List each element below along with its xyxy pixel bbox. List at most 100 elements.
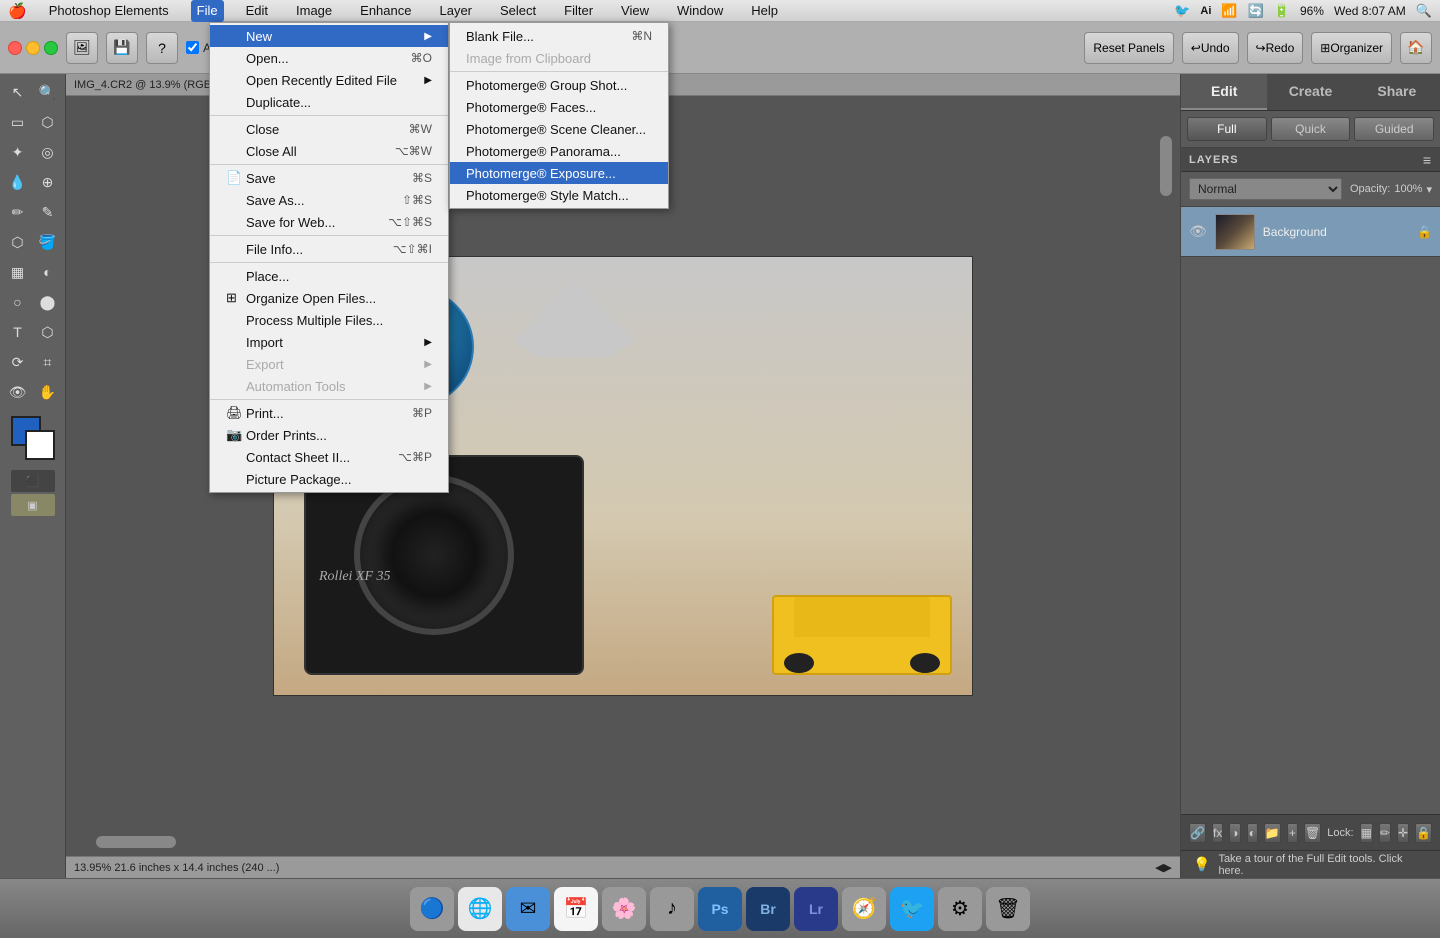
pencil-tool[interactable]: ✎ — [34, 198, 62, 226]
menu-item-contact-sheet[interactable]: Contact Sheet II... ⌥⌘P — [210, 446, 448, 468]
menu-item-close[interactable]: Close ⌘W — [210, 118, 448, 140]
horizontal-scrollbar[interactable] — [96, 836, 1150, 848]
add-fill-btn[interactable]: ◐ — [1247, 823, 1258, 843]
canvas-nav-prev[interactable]: ◀ — [1155, 861, 1163, 874]
quick-mask-tool[interactable]: ▣ — [11, 494, 55, 516]
zoom-tool[interactable]: 🔍 — [34, 78, 62, 106]
dock-mail[interactable]: ✉ — [506, 887, 550, 931]
opacity-arrow-icon[interactable]: ▾ — [1426, 183, 1432, 196]
organizer-button[interactable]: ⊞ Organizer — [1311, 32, 1392, 64]
add-mask-btn[interactable]: ◑ — [1229, 823, 1240, 843]
menu-edit[interactable]: Edit — [240, 0, 274, 22]
menu-item-photomerge-faces[interactable]: Photomerge® Faces... — [450, 96, 668, 118]
dock-itunes[interactable]: ♪ — [650, 887, 694, 931]
dock-photos[interactable]: 🌸 — [602, 887, 646, 931]
help-bar[interactable]: 💡 Take a tour of the Full Edit tools. Cl… — [1181, 850, 1440, 878]
layers-options-icon[interactable]: ≡ — [1423, 152, 1432, 168]
blur-tool[interactable]: ◐ — [34, 258, 62, 286]
menu-item-place[interactable]: Place... — [210, 265, 448, 287]
menu-item-print[interactable]: 🖨 Print... ⌘P — [210, 402, 448, 424]
toolbar-btn-1[interactable]: 🖼 — [66, 32, 98, 64]
quick-select-tool[interactable]: ◎ — [34, 138, 62, 166]
menu-enhance[interactable]: Enhance — [354, 0, 417, 22]
hand-tool[interactable]: ✋ — [34, 378, 62, 406]
magic-select-tool[interactable]: ✦ — [4, 138, 32, 166]
mode-full[interactable]: Full — [1187, 117, 1267, 141]
undo-button[interactable]: ↩ Undo — [1182, 32, 1239, 64]
sponge-tool[interactable]: ⬤ — [34, 288, 62, 316]
tab-create[interactable]: Create — [1267, 74, 1353, 110]
eraser-tool[interactable]: ⬡ — [4, 228, 32, 256]
select-tool[interactable]: ▭ — [4, 108, 32, 136]
menu-item-open-recently[interactable]: Open Recently Edited File ▶ — [210, 69, 448, 91]
vertical-scrollbar[interactable] — [1160, 126, 1172, 826]
menu-item-photomerge-style[interactable]: Photomerge® Style Match... — [450, 184, 668, 206]
menu-image[interactable]: Image — [290, 0, 338, 22]
mode-quick[interactable]: Quick — [1271, 117, 1351, 141]
dock-safari[interactable]: 🧭 — [842, 887, 886, 931]
menu-item-file-info[interactable]: File Info... ⌥⇧⌘I — [210, 238, 448, 260]
type-tool[interactable]: T — [4, 318, 32, 346]
redo-button[interactable]: ↪ Redo — [1247, 32, 1304, 64]
home-button[interactable]: 🏠 — [1400, 32, 1432, 64]
menu-window[interactable]: Window — [671, 0, 729, 22]
paint-bucket-tool[interactable]: 🪣 — [34, 228, 62, 256]
menu-item-organize[interactable]: ⊞ Organize Open Files... — [210, 287, 448, 309]
blend-mode-select[interactable]: Normal — [1189, 178, 1342, 200]
layer-item-background[interactable]: 👁 Background 🔒 — [1181, 207, 1440, 257]
lock-move-btn[interactable]: ✛ — [1397, 823, 1409, 843]
delete-layer-btn[interactable]: 🗑 — [1304, 823, 1321, 843]
layer-visibility-icon[interactable]: 👁 — [1189, 223, 1207, 240]
dock-trash[interactable]: 🗑 — [986, 887, 1030, 931]
background-color[interactable] — [25, 430, 55, 460]
dock-bridge[interactable]: Br — [746, 887, 790, 931]
gradient-tool[interactable]: ▦ — [4, 258, 32, 286]
lock-all-btn[interactable]: 🔒 — [1415, 823, 1432, 843]
crop-tool[interactable]: ⌗ — [34, 348, 62, 376]
dock-settings[interactable]: ⚙ — [938, 887, 982, 931]
menu-item-new[interactable]: New ▶ — [210, 25, 448, 47]
menu-item-close-all[interactable]: Close All ⌥⌘W — [210, 140, 448, 162]
new-group-btn[interactable]: 📁 — [1264, 823, 1281, 843]
dock-lightroom[interactable]: Lr — [794, 887, 838, 931]
lock-image-btn[interactable]: ✏ — [1379, 823, 1391, 843]
menu-item-process[interactable]: Process Multiple Files... — [210, 309, 448, 331]
dock-ps-elements[interactable]: Ps — [698, 887, 742, 931]
menu-item-import[interactable]: Import ▶ — [210, 331, 448, 353]
menu-layer[interactable]: Layer — [433, 0, 478, 22]
menu-item-save-as[interactable]: Save As... ⇧⌘S — [210, 189, 448, 211]
search-icon[interactable]: 🔍 — [1416, 3, 1432, 19]
toolbar-btn-help[interactable]: ? — [146, 32, 178, 64]
spot-heal-tool[interactable]: ⊕ — [34, 168, 62, 196]
lock-transparent-btn[interactable]: ▦ — [1360, 823, 1373, 843]
mode-guided[interactable]: Guided — [1354, 117, 1434, 141]
menu-help[interactable]: Help — [745, 0, 784, 22]
menu-item-picture-package[interactable]: Picture Package... — [210, 468, 448, 490]
menu-item-photomerge-scene[interactable]: Photomerge® Scene Cleaner... — [450, 118, 668, 140]
dock-chrome[interactable]: 🌐 — [458, 887, 502, 931]
menu-item-photomerge-exposure[interactable]: Photomerge® Exposure... — [450, 162, 668, 184]
menu-select[interactable]: Select — [494, 0, 542, 22]
brush-tool[interactable]: ✏ — [4, 198, 32, 226]
toolbar-btn-circles[interactable] — [8, 32, 58, 64]
dodge-tool[interactable]: ○ — [4, 288, 32, 316]
dock-finder[interactable]: 🔵 — [410, 887, 454, 931]
tab-share[interactable]: Share — [1354, 74, 1440, 110]
menu-item-blank-file[interactable]: Blank File... ⌘N — [450, 25, 668, 47]
menu-item-open[interactable]: Open... ⌘O — [210, 47, 448, 69]
redeye-tool[interactable]: 👁 — [4, 378, 32, 406]
menu-item-save-web[interactable]: Save for Web... ⌥⇧⌘S — [210, 211, 448, 233]
new-layer-btn[interactable]: + — [1287, 823, 1298, 843]
toolbar-btn-save[interactable]: 💾 — [106, 32, 138, 64]
canvas-nav-next[interactable]: ▶ — [1164, 861, 1172, 874]
menu-item-save[interactable]: 📄 Save ⌘S — [210, 167, 448, 189]
eyedropper-tool[interactable]: 💧 — [4, 168, 32, 196]
dock-calendar[interactable]: 📅 — [554, 887, 598, 931]
menu-item-order-prints[interactable]: 📷 Order Prints... — [210, 424, 448, 446]
move-tool[interactable]: ↖ — [4, 78, 32, 106]
menu-item-photomerge-panorama[interactable]: Photomerge® Panorama... — [450, 140, 668, 162]
link-layers-btn[interactable]: 🔗 — [1189, 823, 1206, 843]
menu-item-duplicate[interactable]: Duplicate... — [210, 91, 448, 113]
dock-twitter[interactable]: 🐦 — [890, 887, 934, 931]
menu-filter[interactable]: Filter — [558, 0, 599, 22]
